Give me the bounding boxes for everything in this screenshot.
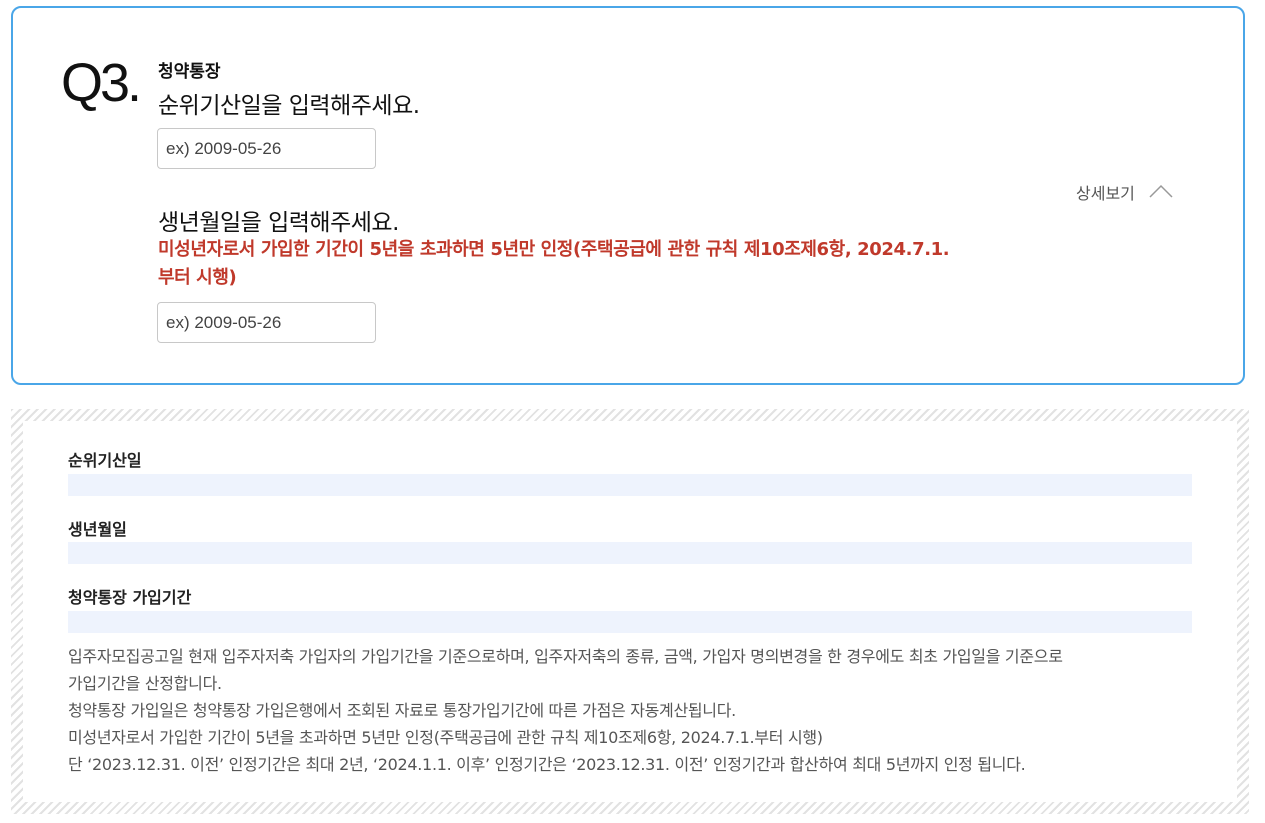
question-card: Q3. 청약통장 순위기산일을 입력해주세요. 생년월일을 입력해주세요. 미성… xyxy=(11,6,1245,385)
description-line: 청약통장 가입일은 청약통장 가입은행에서 조회된 자료로 통장가입기간에 따른… xyxy=(68,701,736,720)
description-line: 단 ‘2023.12.31. 이전’ 인정기간은 최대 2년, ‘2024.1.… xyxy=(68,755,1026,774)
birthdate-input[interactable] xyxy=(157,302,376,343)
birthdate-label: 생년월일 xyxy=(68,520,127,539)
ranking-date-label: 순위기산일 xyxy=(68,451,142,470)
ranking-date-input[interactable] xyxy=(157,128,376,169)
subscription-period-value xyxy=(68,611,1192,633)
birthdate-value xyxy=(68,542,1192,564)
description-line: 가입기간을 산정합니다. xyxy=(68,674,222,693)
ranking-date-title: 순위기산일을 입력해주세요. xyxy=(158,93,420,119)
detail-toggle-label: 상세보기 xyxy=(1076,184,1135,203)
question-category: 청약통장 xyxy=(158,62,221,82)
question-number: Q3. xyxy=(61,53,142,113)
minor-period-note: 미성년자로서 가입한 기간이 5년을 초과하면 5년만 인정(주택공급에 관한 … xyxy=(158,239,950,288)
description-line: 입주자모집공고일 현재 입주자저축 가입자의 가입기간을 기준으로하며, 입주자… xyxy=(68,647,1063,666)
ranking-date-value xyxy=(68,474,1192,496)
subscription-period-label: 청약통장 가입기간 xyxy=(68,588,192,607)
chevron-up-icon xyxy=(1149,183,1173,202)
birthdate-title: 생년월일을 입력해주세요. xyxy=(158,210,399,236)
result-panel: 순위기산일 생년월일 청약통장 가입기간 입주자모집공고일 현재 입주자저축 가… xyxy=(11,409,1249,814)
description-line: 미성년자로서 가입한 기간이 5년을 초과하면 5년만 인정(주택공급에 관한 … xyxy=(68,728,823,747)
description-text: 입주자모집공고일 현재 입주자저축 가입자의 가입기간을 기준으로하며, 입주자… xyxy=(68,643,1208,778)
result-panel-inner: 순위기산일 생년월일 청약통장 가입기간 입주자모집공고일 현재 입주자저축 가… xyxy=(23,421,1237,802)
detail-toggle-button[interactable]: 상세보기 xyxy=(1076,180,1173,204)
